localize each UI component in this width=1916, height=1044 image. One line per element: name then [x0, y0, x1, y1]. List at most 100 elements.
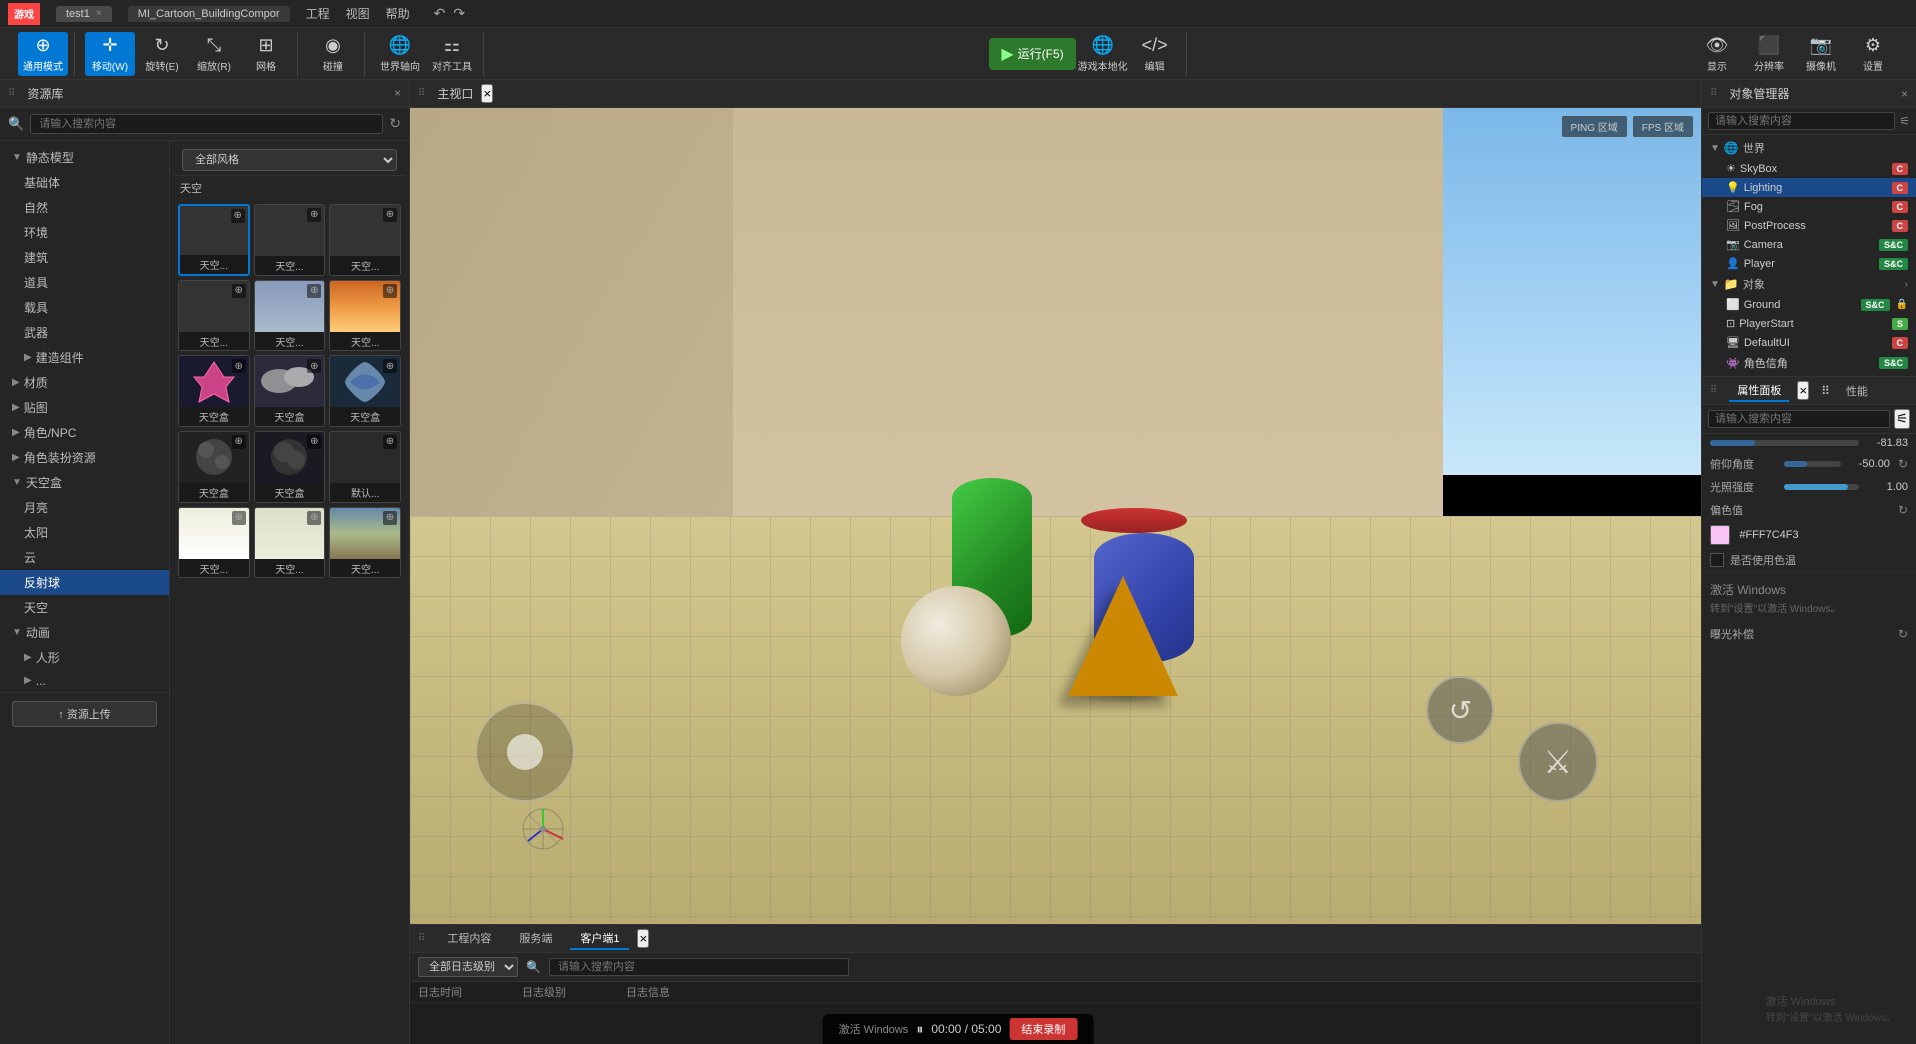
- obj-item-defaultui[interactable]: 🖥 DefaultUI C: [1702, 333, 1916, 352]
- zoom-icon-12[interactable]: ⊕: [232, 511, 246, 525]
- use-color-temp-checkbox[interactable]: [1710, 553, 1724, 567]
- slider-value1[interactable]: [1710, 440, 1859, 446]
- asset-item-6[interactable]: 天空盒 ⊕: [178, 355, 250, 427]
- asset-item-13[interactable]: 天空... ⊕: [254, 507, 326, 579]
- asset-item-0[interactable]: 天空... ⊕: [178, 204, 250, 276]
- menu-help[interactable]: 帮助: [386, 5, 410, 22]
- zoom-icon-5[interactable]: ⊕: [383, 284, 397, 298]
- obj-item-playerstart[interactable]: ⊡ PlayerStart S: [1702, 314, 1916, 333]
- tree-item-animation[interactable]: ▼ 动画: [0, 620, 169, 645]
- tree-item-vehicle[interactable]: 载具: [0, 295, 169, 320]
- asset-item-9[interactable]: 天空盒 ⊕: [178, 431, 250, 503]
- zoom-icon-11[interactable]: ⊕: [383, 435, 397, 449]
- obj-item-camera[interactable]: 📷 Camera S&C: [1702, 235, 1916, 254]
- object-search-input[interactable]: [1708, 112, 1895, 130]
- tree-item-build-parts[interactable]: ▶ 建造组件: [0, 345, 169, 370]
- obj-item-ground[interactable]: ⬜ Ground S&C 🔒: [1702, 295, 1916, 314]
- tree-item-skybox[interactable]: ▼ 天空盒: [0, 470, 169, 495]
- redo-button[interactable]: ↷: [453, 5, 465, 22]
- undo-button[interactable]: ↶: [434, 5, 446, 22]
- asset-search-input[interactable]: [30, 114, 383, 134]
- resolution-button[interactable]: ⬛ 分辨率: [1744, 32, 1794, 76]
- zoom-icon-8[interactable]: ⊕: [383, 359, 397, 373]
- tree-item-texture[interactable]: ▶ 贴图: [0, 395, 169, 420]
- tree-item-humanoid[interactable]: ▶ 人形: [0, 645, 169, 670]
- tree-item-reflball[interactable]: 反射球: [0, 570, 169, 595]
- grid-button[interactable]: ⊞ 网格: [241, 32, 291, 76]
- tree-item-env[interactable]: 环境: [0, 220, 169, 245]
- world-group-header[interactable]: ▼ 🌐 世界: [1702, 137, 1916, 159]
- asset-item-8[interactable]: 天空盒 ⊕: [329, 355, 401, 427]
- asset-item-10[interactable]: 天空盒 ⊕: [254, 431, 326, 503]
- style-filter-select[interactable]: 全部风格: [182, 149, 397, 171]
- asset-item-4[interactable]: 天空... ⊕: [254, 280, 326, 352]
- prop-refresh-exposure[interactable]: ↻: [1898, 627, 1908, 641]
- menu-project[interactable]: 工程: [306, 5, 330, 22]
- slider-pitch[interactable]: [1784, 461, 1841, 467]
- asset-item-1[interactable]: 天空... ⊕: [254, 204, 326, 276]
- mode-button[interactable]: ⊕ 通用模式: [18, 32, 68, 76]
- color-preview-swatch[interactable]: [1710, 525, 1730, 545]
- align-button[interactable]: ⚏ 对齐工具: [427, 32, 477, 76]
- viewport-close[interactable]: ×: [481, 84, 493, 103]
- console-tab-project[interactable]: 工程内容: [437, 928, 501, 950]
- zoom-icon-13[interactable]: ⊕: [307, 511, 321, 525]
- fps-badge[interactable]: FPS 区域: [1633, 116, 1693, 137]
- prop-refresh-pitch[interactable]: ↻: [1898, 457, 1908, 471]
- tree-item-basic[interactable]: 基础体: [0, 170, 169, 195]
- slider-intensity[interactable]: [1784, 484, 1859, 490]
- rec-stop-button[interactable]: 结束录制: [1009, 1018, 1077, 1040]
- zoom-icon-10[interactable]: ⊕: [307, 435, 321, 449]
- asset-refresh-button[interactable]: ↻: [389, 115, 401, 132]
- console-tab-server[interactable]: 服务端: [509, 928, 562, 950]
- tree-item-moon[interactable]: 月亮: [0, 495, 169, 520]
- object-manager-close[interactable]: ×: [1901, 87, 1908, 101]
- scale-button[interactable]: ⤡ 缩放(R): [189, 32, 239, 76]
- obj-item-postprocess[interactable]: 🖼 PostProcess C: [1702, 216, 1916, 235]
- asset-item-7[interactable]: 天空盒 ⊕: [254, 355, 326, 427]
- obj-item-character[interactable]: 👾 角色信角 S&C: [1702, 352, 1916, 374]
- tree-item-weapon[interactable]: 武器: [0, 320, 169, 345]
- menu-view[interactable]: 视图: [346, 5, 370, 22]
- props-close[interactable]: ×: [1797, 381, 1809, 400]
- props-tab-perf[interactable]: 性能: [1838, 381, 1876, 401]
- console-tab-client[interactable]: 客户端1: [570, 928, 629, 950]
- asset-item-2[interactable]: 天空... ⊕: [329, 204, 401, 276]
- prop-refresh-color[interactable]: ↻: [1898, 503, 1908, 517]
- zoom-icon-14[interactable]: ⊕: [383, 511, 397, 525]
- zoom-icon-1[interactable]: ⊕: [307, 208, 321, 222]
- props-search-input[interactable]: [1708, 410, 1890, 428]
- joystick-control[interactable]: [475, 702, 575, 802]
- log-level-select[interactable]: 全部日志级别: [418, 957, 518, 977]
- zoom-icon-3[interactable]: ⊕: [232, 284, 246, 298]
- world-axis-button[interactable]: 🌐 世界轴向: [375, 32, 425, 76]
- obj-item-fog[interactable]: 🌫 Fog C: [1702, 197, 1916, 216]
- tree-item-material[interactable]: ▶ 材质: [0, 370, 169, 395]
- tree-item-cloud[interactable]: 云: [0, 545, 169, 570]
- objects-group-header[interactable]: ▼ 📁 对象 ›: [1702, 273, 1916, 295]
- zoom-icon-0[interactable]: ⊕: [231, 209, 245, 223]
- tab-test1[interactable]: test1 ×: [56, 6, 112, 22]
- tree-item-props[interactable]: 道具: [0, 270, 169, 295]
- asset-item-12[interactable]: 天空... ⊕: [178, 507, 250, 579]
- viewport-canvas[interactable]: ↺ ⚔: [410, 108, 1701, 924]
- rec-pause-button[interactable]: ⏸: [916, 1021, 923, 1038]
- tree-item-sky[interactable]: 天空: [0, 595, 169, 620]
- move-button[interactable]: ✛ 移动(W): [85, 32, 135, 76]
- obj-item-player[interactable]: 👤 Player S&C: [1702, 254, 1916, 273]
- tree-item-nature[interactable]: 自然: [0, 195, 169, 220]
- action-button-2[interactable]: ⚔: [1518, 722, 1598, 802]
- zoom-icon-2[interactable]: ⊕: [383, 208, 397, 222]
- zoom-icon-9[interactable]: ⊕: [232, 435, 246, 449]
- display-button[interactable]: 👁 显示: [1692, 32, 1742, 76]
- console-search-input[interactable]: [549, 958, 849, 976]
- asset-item-5[interactable]: 天空... ⊕: [329, 280, 401, 352]
- settings-button[interactable]: ⚙ 设置: [1848, 32, 1898, 76]
- props-tab-attributes[interactable]: 属性面板: [1729, 380, 1789, 402]
- zoom-icon-4[interactable]: ⊕: [307, 284, 321, 298]
- tree-item-arch[interactable]: 建筑: [0, 245, 169, 270]
- zoom-icon-7[interactable]: ⊕: [307, 359, 321, 373]
- tree-item-costume[interactable]: ▶ 角色装扮资源: [0, 445, 169, 470]
- tree-item-static-model[interactable]: ▼ 静态模型: [0, 145, 169, 170]
- upload-asset-button[interactable]: ↑ 资源上传: [12, 701, 157, 727]
